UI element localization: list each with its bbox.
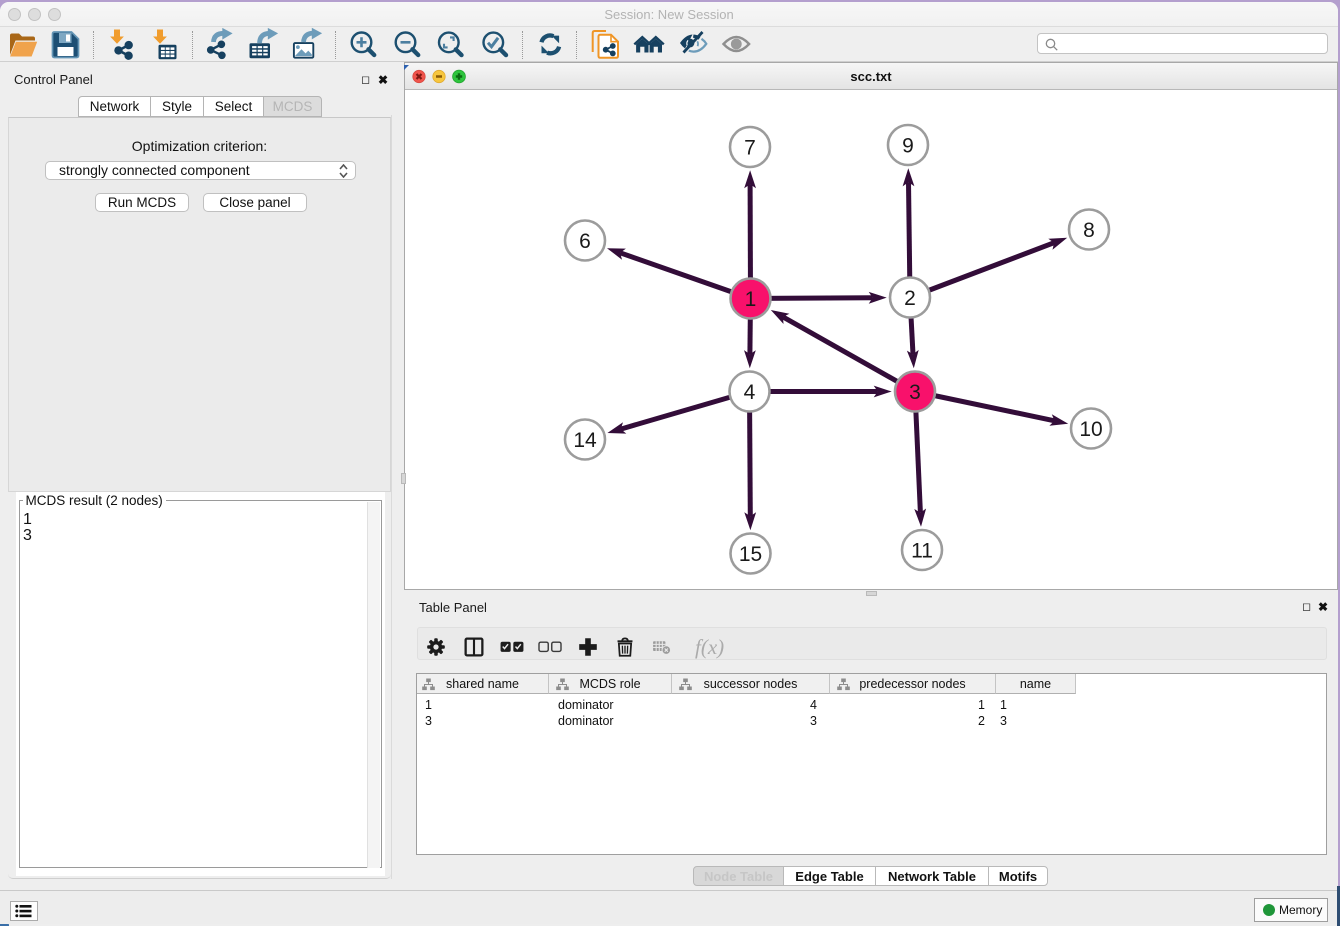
svg-text:1: 1 bbox=[745, 288, 757, 311]
svg-text:15: 15 bbox=[739, 543, 762, 566]
svg-text:7: 7 bbox=[744, 137, 756, 160]
svg-text:11: 11 bbox=[911, 540, 933, 563]
svg-text:10: 10 bbox=[1079, 418, 1102, 441]
svg-text:4: 4 bbox=[744, 381, 756, 404]
svg-text:f(x): f(x) bbox=[695, 635, 724, 659]
svg-text:8: 8 bbox=[1083, 219, 1095, 242]
svg-text:9: 9 bbox=[902, 135, 914, 158]
svg-text:14: 14 bbox=[573, 429, 597, 452]
svg-text:2: 2 bbox=[904, 287, 916, 310]
svg-text:6: 6 bbox=[579, 230, 591, 253]
svg-text:3: 3 bbox=[909, 381, 921, 404]
